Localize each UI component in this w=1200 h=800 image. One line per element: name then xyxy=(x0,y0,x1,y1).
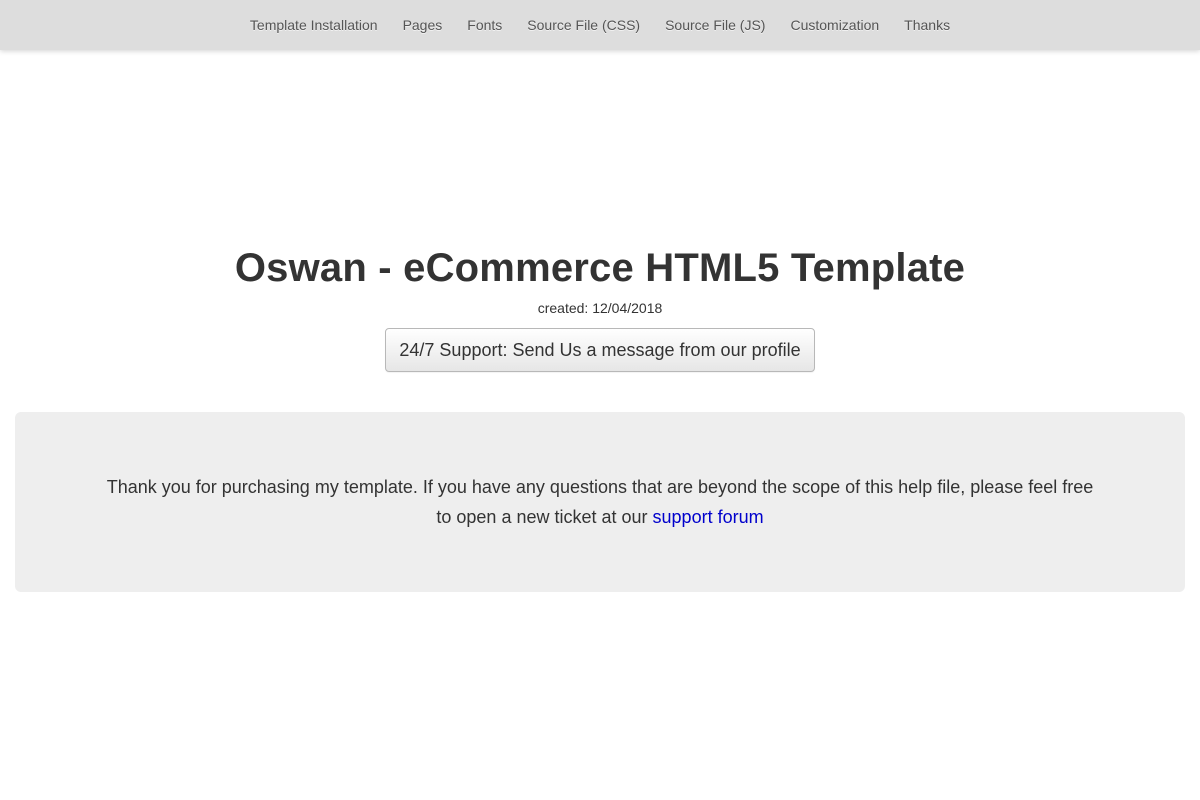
hero-section: Oswan - eCommerce HTML5 Template created… xyxy=(0,240,1200,372)
support-forum-link[interactable]: support forum xyxy=(653,507,764,527)
thanks-message-text: Thank you for purchasing my template. If… xyxy=(106,477,1094,527)
nav-item: Fonts xyxy=(455,0,515,50)
top-navigation-bar: Template Installation Pages Fonts Source… xyxy=(0,0,1200,50)
support-button[interactable]: 24/7 Support: Send Us a message from our… xyxy=(385,328,815,372)
nav-link-pages[interactable]: Pages xyxy=(390,0,455,50)
nav-item: Source File (JS) xyxy=(653,0,778,50)
nav-link-fonts[interactable]: Fonts xyxy=(455,0,515,50)
nav-item: Customization xyxy=(778,0,892,50)
nav-item: Thanks xyxy=(892,0,963,50)
thanks-message: Thank you for purchasing my template. If… xyxy=(105,472,1095,532)
nav-item: Template Installation xyxy=(237,0,390,50)
nav-link-source-js[interactable]: Source File (JS) xyxy=(653,0,778,50)
page-title: Oswan - eCommerce HTML5 Template xyxy=(234,246,966,290)
nav-link-thanks[interactable]: Thanks xyxy=(892,0,963,50)
nav-item: Source File (CSS) xyxy=(515,0,653,50)
thanks-panel: Thank you for purchasing my template. If… xyxy=(15,412,1185,592)
nav-item: Pages xyxy=(390,0,455,50)
nav-link-source-css[interactable]: Source File (CSS) xyxy=(515,0,653,50)
nav-list: Template Installation Pages Fonts Source… xyxy=(237,0,962,50)
created-date: created: 12/04/2018 xyxy=(537,300,663,316)
nav-link-customization[interactable]: Customization xyxy=(778,0,892,50)
nav-link-template-installation[interactable]: Template Installation xyxy=(237,0,390,50)
